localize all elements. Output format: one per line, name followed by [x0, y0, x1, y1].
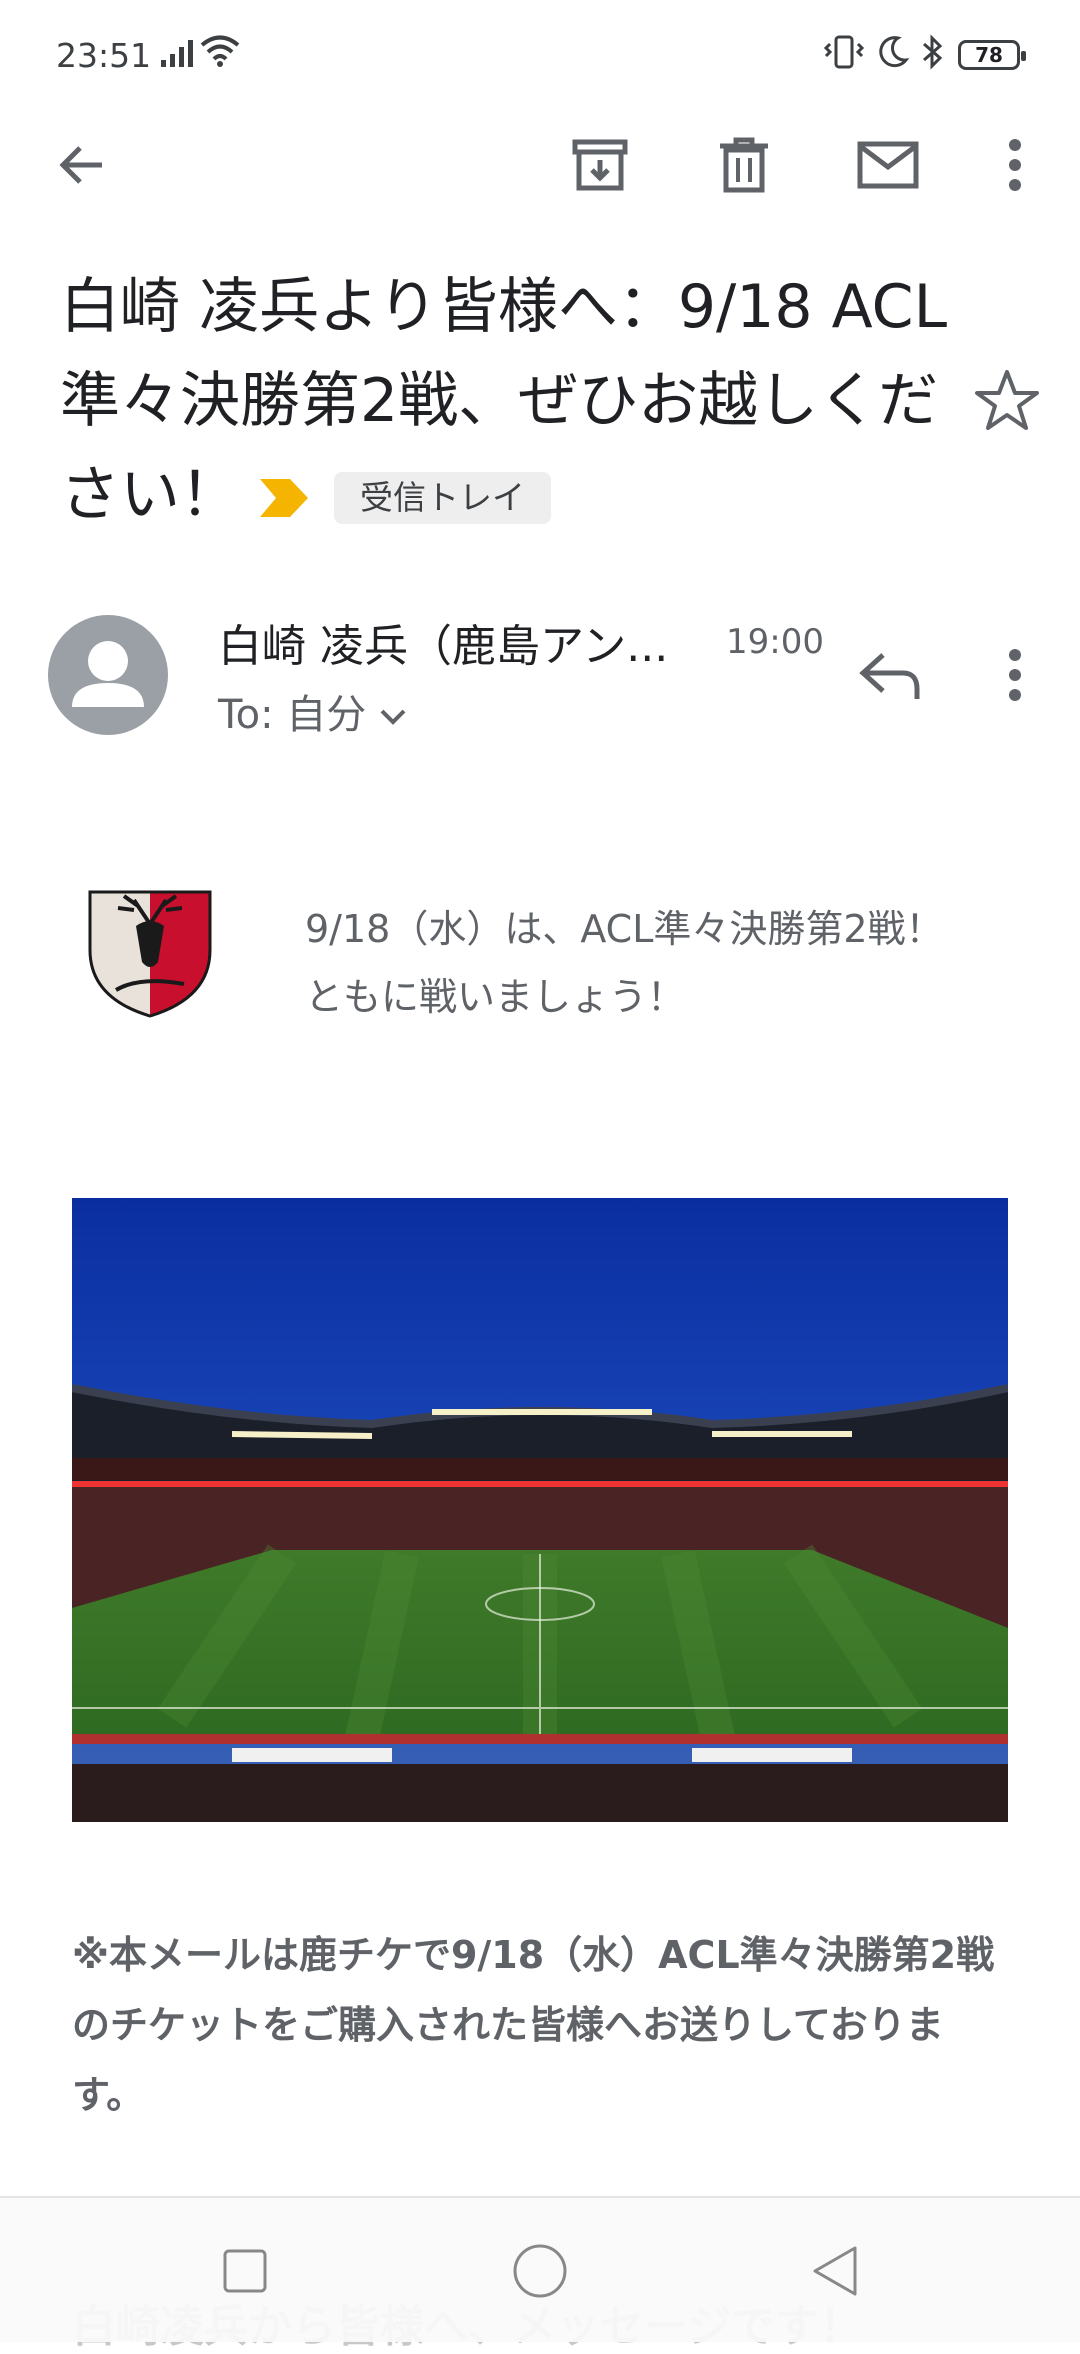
sender-name[interactable]: 白崎 凌兵（鹿島アン... [218, 610, 668, 674]
intro-line-1: 9/18（水）は、ACL準々決勝第2戦！ [305, 907, 944, 951]
mark-unread-icon [857, 141, 919, 189]
navigation-bar [0, 2196, 1080, 2342]
recipient-text: To: 自分 [218, 692, 367, 738]
moon-icon [879, 36, 910, 68]
intro-line-2: ともに戦いましょう！ [305, 975, 686, 1019]
more-options-button[interactable] [980, 130, 1050, 200]
circle-icon [513, 2244, 567, 2298]
archive-button[interactable] [565, 130, 635, 200]
status-time: 23:51 [56, 36, 152, 75]
email-intro: 9/18（水）は、ACL準々決勝第2戦！ ともに戦いましょう！ [305, 895, 944, 1031]
back-arrow-icon [59, 146, 102, 184]
inbox-label[interactable]: 受信トレイ [334, 472, 551, 525]
square-icon [223, 2249, 267, 2293]
archive-icon [572, 139, 628, 191]
email-subject: 白崎 凌兵より皆様へ：9/18 ACL準々決勝第2戦、ぜひお越しください！ 受信ト… [60, 260, 960, 542]
recents-button[interactable] [210, 2236, 280, 2306]
status-bar: 23:51 78 [0, 0, 1080, 110]
star-icon[interactable] [972, 366, 1042, 436]
reply-icon[interactable] [855, 645, 925, 705]
recipient-line[interactable]: To: 自分 [218, 682, 408, 740]
back-nav-button[interactable] [800, 2236, 870, 2306]
person-icon [72, 641, 144, 707]
signal-icon [161, 40, 193, 67]
bluetooth-icon [923, 34, 943, 70]
stadium-photo[interactable] [72, 1198, 1008, 1822]
triangle-back-icon [813, 2246, 857, 2296]
chevron-down-icon [380, 709, 406, 725]
back-button[interactable] [46, 130, 116, 200]
email-time: 19:00 [726, 622, 824, 662]
sender-avatar[interactable] [48, 615, 168, 735]
antlers-logo [88, 890, 212, 1018]
home-button[interactable] [505, 2236, 575, 2306]
email-notice: ※本メールは鹿チケで9/18（水）ACL準々決勝第2戦のチケットをご購入された皆… [72, 1933, 995, 2117]
stadium-image [72, 1198, 1008, 1822]
important-marker-icon[interactable] [258, 477, 310, 519]
battery-icon: 78 [958, 40, 1026, 70]
mark-unread-button[interactable] [853, 130, 923, 200]
more-vert-icon [1009, 139, 1021, 191]
delete-button[interactable] [709, 130, 779, 200]
delete-icon [720, 137, 768, 193]
more-vert-icon[interactable] [1000, 645, 1030, 705]
vibrate-icon [823, 35, 865, 69]
wifi-icon [200, 35, 240, 67]
